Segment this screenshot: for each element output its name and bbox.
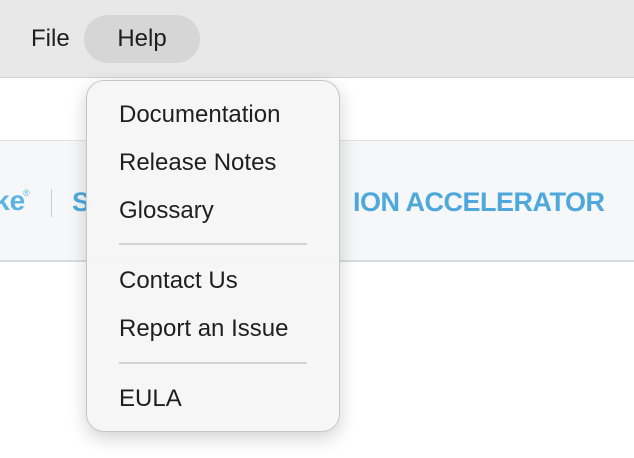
app-window: File Help ke ® S ION ACCELERATOR Documen…: [0, 0, 634, 458]
brand-logo: ke: [0, 185, 26, 216]
menu-item-glossary[interactable]: Glossary: [119, 196, 214, 226]
menu-file[interactable]: File: [19, 15, 82, 63]
menu-item-eula[interactable]: EULA: [119, 384, 182, 414]
menu-separator: [119, 243, 307, 245]
menu-item-documentation[interactable]: Documentation: [119, 100, 280, 130]
registered-mark: ®: [23, 188, 30, 198]
menu-bar: File Help: [0, 0, 634, 78]
menu-item-report-issue[interactable]: Report an Issue: [119, 314, 288, 344]
banner-divider: [51, 189, 52, 217]
help-dropdown-menu: Documentation Release Notes Glossary Con…: [86, 80, 340, 432]
menu-help[interactable]: Help: [84, 15, 200, 63]
banner-title-end: ION ACCELERATOR: [353, 187, 605, 217]
menu-item-release-notes[interactable]: Release Notes: [119, 148, 276, 178]
menu-item-contact-us[interactable]: Contact Us: [119, 266, 238, 296]
menu-separator: [119, 362, 307, 364]
